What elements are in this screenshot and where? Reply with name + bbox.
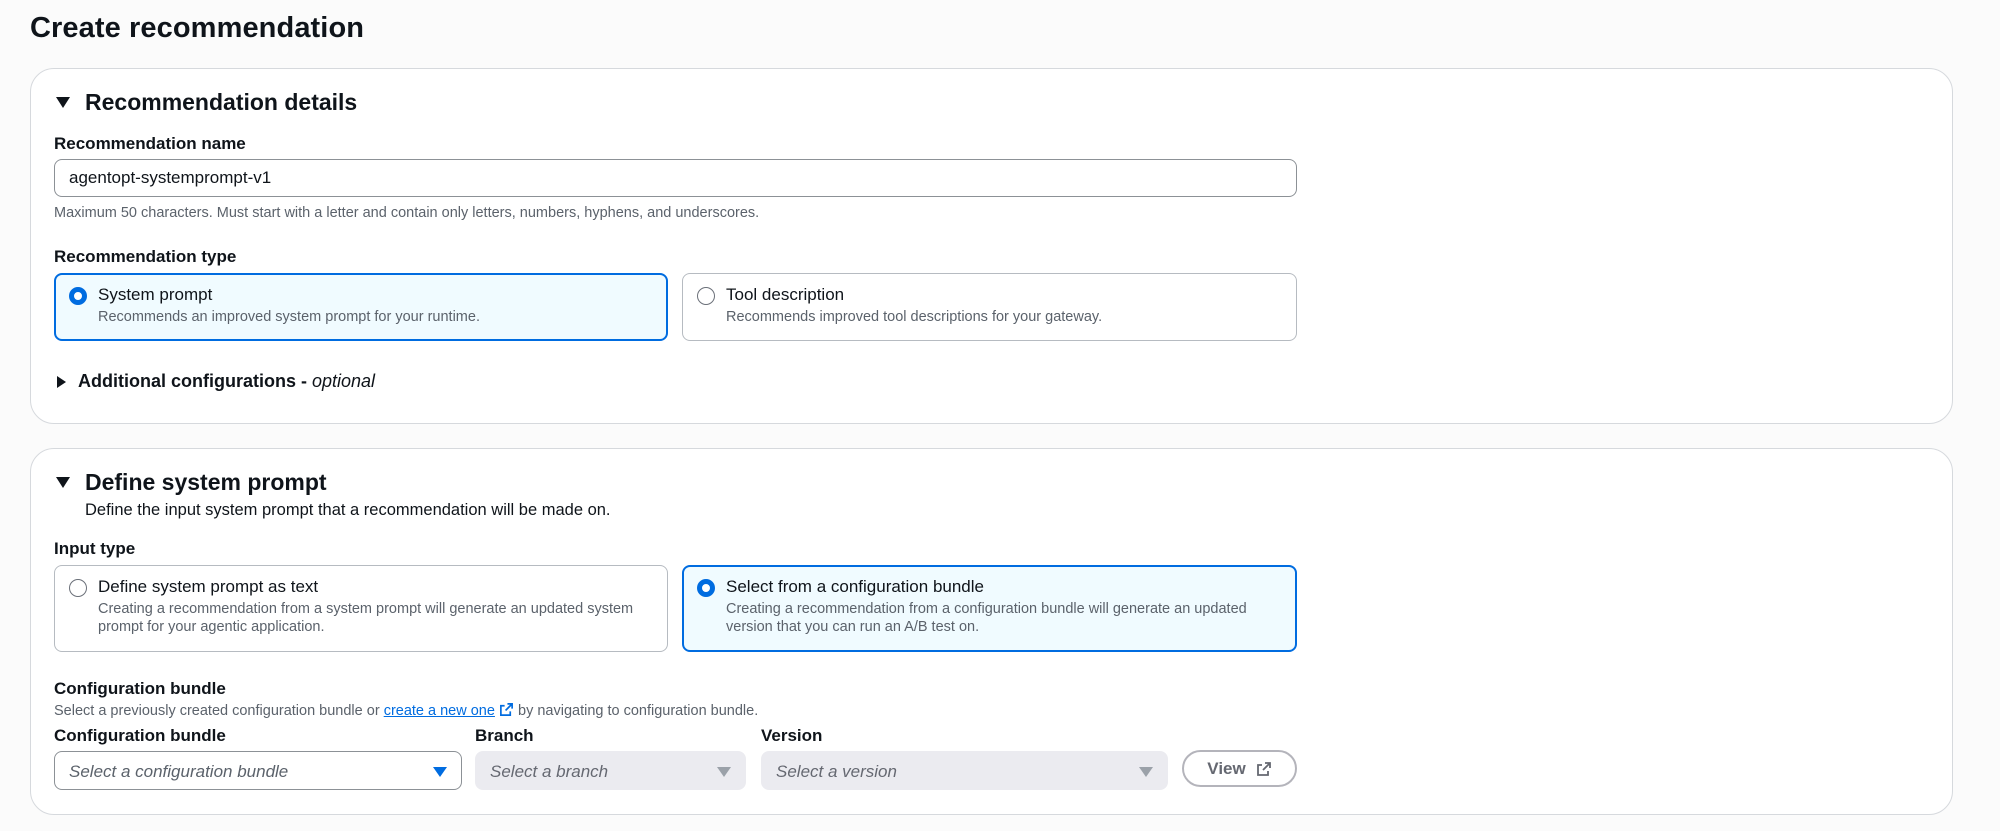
- additional-label: Additional configurations -: [78, 371, 307, 391]
- view-button[interactable]: View: [1182, 750, 1297, 787]
- dropdown-caret-icon: [717, 767, 731, 777]
- caret-right-icon[interactable]: [57, 376, 66, 388]
- external-link-icon[interactable]: [499, 702, 514, 717]
- radio-icon[interactable]: [69, 579, 87, 597]
- branch-select-placeholder: Select a branch: [490, 762, 609, 781]
- type-tile-system-prompt[interactable]: System prompt Recommends an improved sys…: [54, 273, 668, 341]
- tile-description-cont: version that you can run an A/B test on.: [726, 619, 980, 635]
- tile-title: Select from a configuration bundle: [726, 577, 984, 596]
- tile-description: Recommends improved tool descriptions fo…: [726, 309, 1103, 325]
- view-button-label: View: [1207, 758, 1246, 778]
- tile-description: Creating a recommendation from a system …: [98, 601, 634, 617]
- additional-configurations-toggle[interactable]: Additional configurations - optional: [78, 371, 375, 392]
- caret-down-icon[interactable]: [56, 97, 70, 108]
- type-tile-tool-description[interactable]: Tool description Recommends improved too…: [682, 273, 1297, 341]
- bundle-heading: Configuration bundle: [54, 679, 226, 698]
- tile-description: Recommends an improved system prompt for…: [98, 309, 480, 325]
- branch-select[interactable]: Select a branch: [475, 751, 746, 790]
- bundle-hint-post: by navigating to configuration bundle.: [518, 703, 759, 719]
- radio-icon[interactable]: [697, 287, 715, 305]
- tile-title: Define system prompt as text: [98, 577, 319, 596]
- optional-label: optional: [312, 371, 376, 391]
- version-select[interactable]: Select a version: [761, 751, 1168, 790]
- tile-description-cont: prompt for your agentic application.: [98, 619, 325, 635]
- caret-down-icon[interactable]: [56, 477, 70, 488]
- bundle-hint: Select a previously created configuratio…: [54, 702, 758, 719]
- tile-description: Creating a recommendation from a configu…: [726, 601, 1247, 617]
- recommendation-details-panel: Recommendation details Recommendation na…: [30, 68, 1953, 424]
- name-label: Recommendation name: [54, 134, 246, 153]
- define-system-prompt-panel: Define system prompt Define the input sy…: [30, 448, 1953, 815]
- section-description: Define the input system prompt that a re…: [85, 501, 611, 519]
- radio-icon[interactable]: [697, 579, 715, 597]
- page-title: Create recommendation: [30, 12, 365, 44]
- create-new-bundle-link[interactable]: create a new one: [384, 703, 495, 719]
- radio-icon[interactable]: [69, 287, 87, 305]
- section-title[interactable]: Recommendation details: [85, 89, 357, 116]
- branch-field-label: Branch: [475, 726, 534, 745]
- bundle-hint-pre: Select a previously created configuratio…: [54, 703, 380, 719]
- bundle-field-label: Configuration bundle: [54, 726, 226, 745]
- external-link-icon: [1256, 761, 1271, 776]
- recommendation-name-input[interactable]: agentopt-systemprompt-v1: [54, 159, 1297, 197]
- version-select-placeholder: Select a version: [776, 762, 897, 781]
- type-label: Recommendation type: [54, 247, 237, 266]
- bundle-select[interactable]: Select a configuration bundle: [54, 751, 462, 790]
- dropdown-caret-icon: [1139, 767, 1153, 777]
- input-type-label: Input type: [54, 539, 136, 558]
- name-hint: Maximum 50 characters. Must start with a…: [54, 205, 760, 221]
- tile-title: Tool description: [726, 285, 845, 304]
- tile-title: System prompt: [98, 285, 213, 304]
- bundle-select-placeholder: Select a configuration bundle: [69, 762, 289, 781]
- version-field-label: Version: [761, 726, 823, 745]
- section-title[interactable]: Define system prompt: [85, 469, 327, 496]
- input-tile-bundle[interactable]: Select from a configuration bundle Creat…: [682, 565, 1297, 652]
- input-tile-text[interactable]: Define system prompt as text Creating a …: [54, 565, 668, 652]
- dropdown-caret-icon: [433, 767, 447, 777]
